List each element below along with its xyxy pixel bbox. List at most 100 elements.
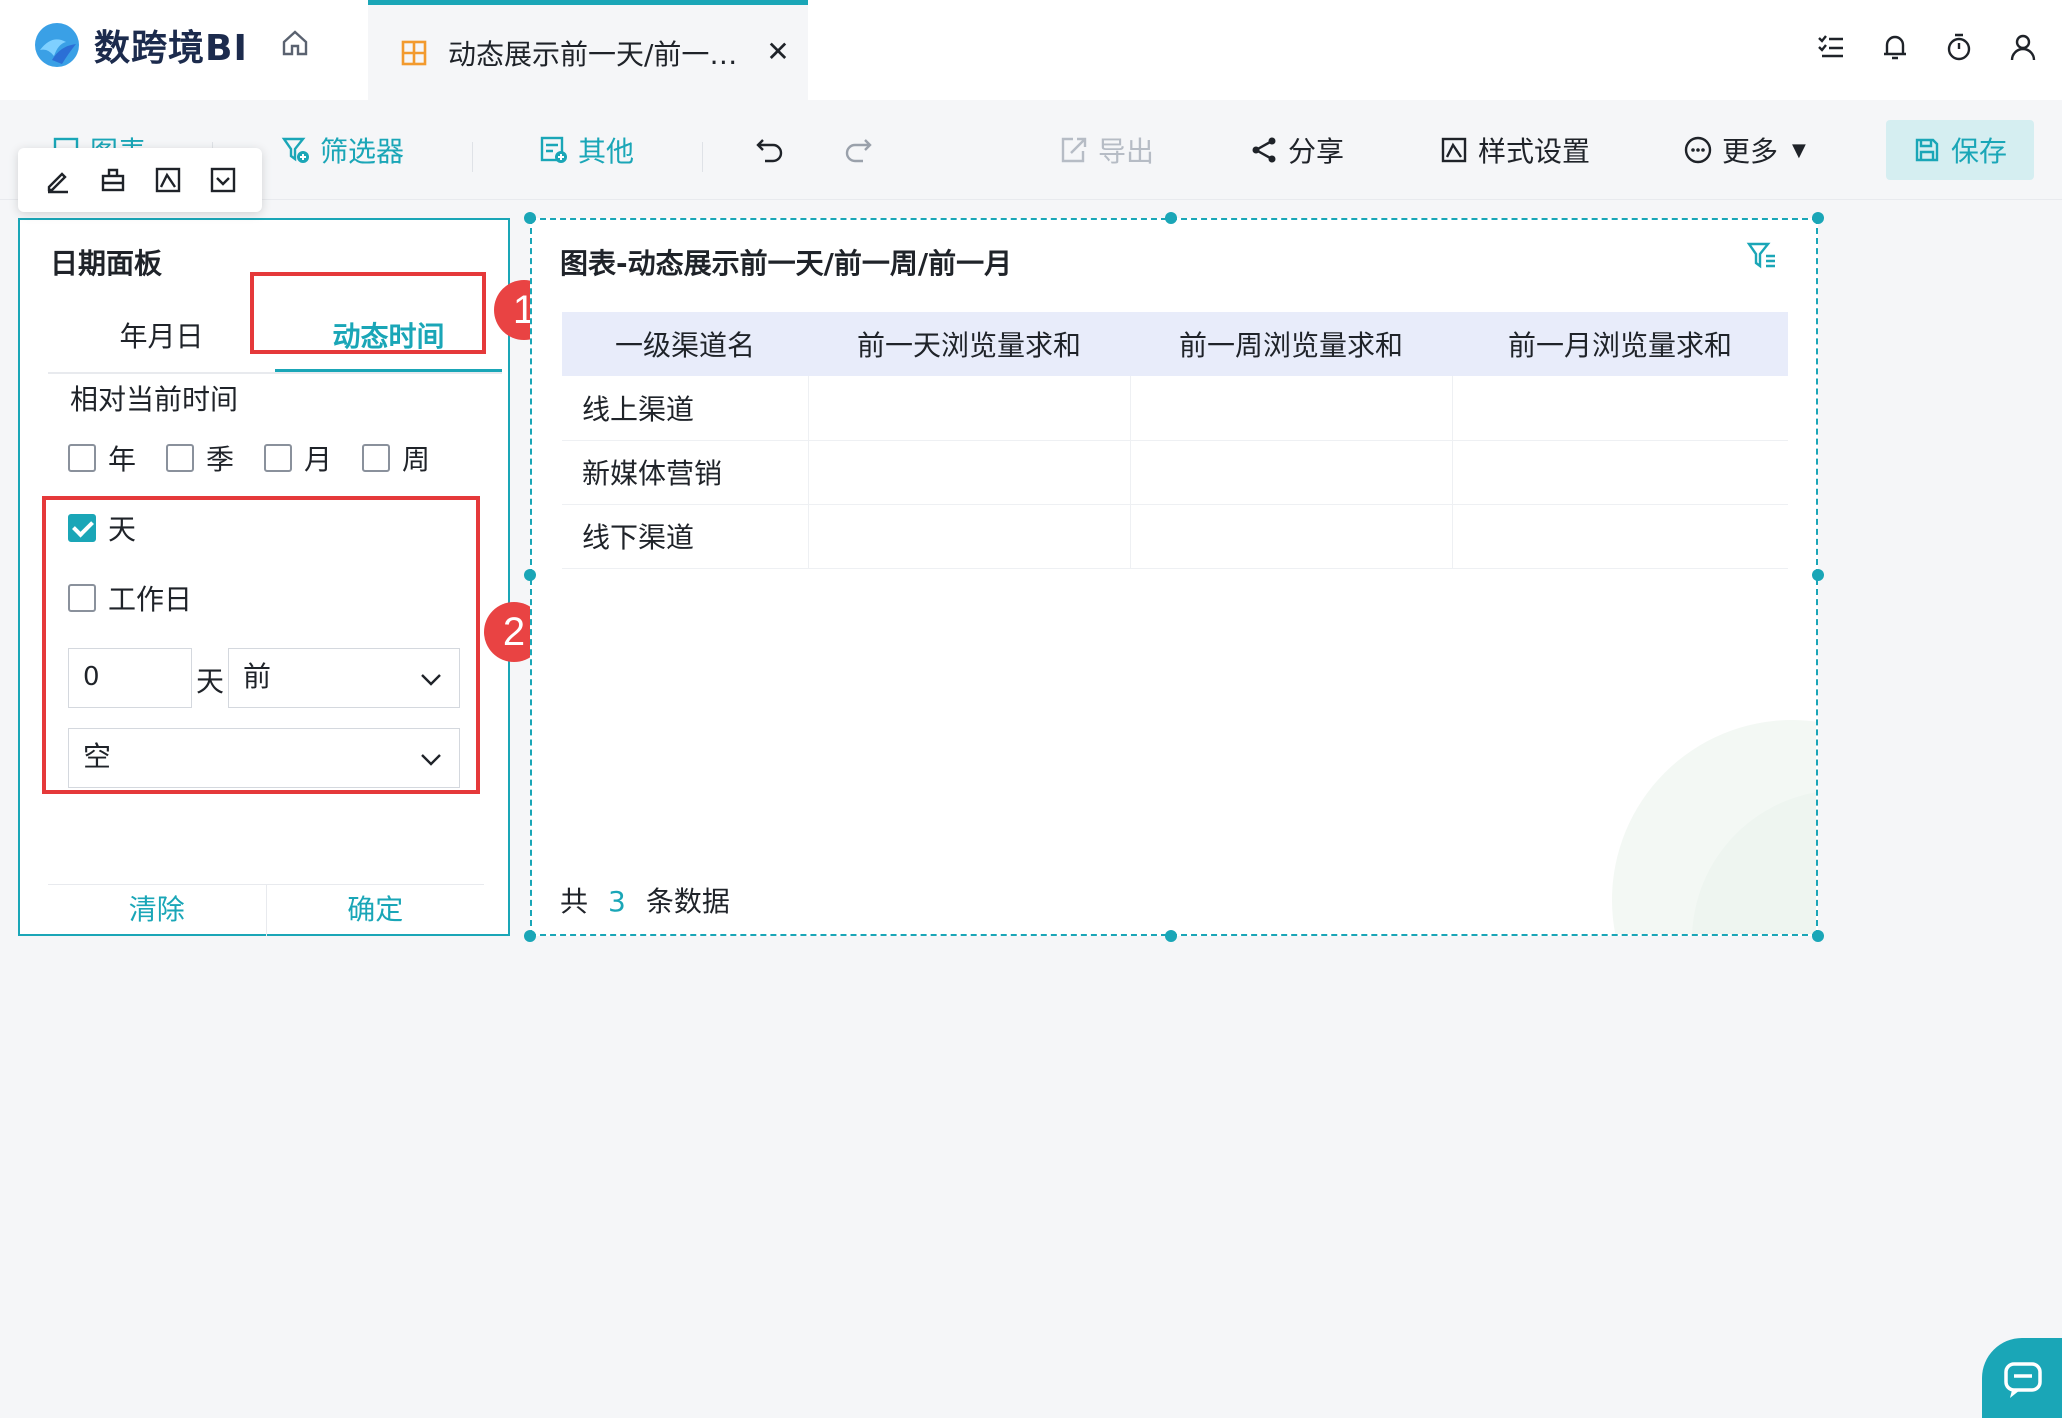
checkbox-month[interactable]: 月 (264, 438, 332, 478)
checkbox-box[interactable] (264, 444, 293, 472)
checkbox-quarter[interactable]: 季 (166, 438, 234, 478)
style-brush-icon[interactable] (150, 162, 186, 198)
resize-handle[interactable] (1812, 212, 1824, 224)
task-list-icon[interactable] (1814, 30, 1848, 64)
resize-handle[interactable] (1812, 930, 1824, 942)
table-cell (1130, 440, 1453, 505)
style-label: 样式设置 (1478, 135, 1591, 168)
table-cell (1452, 504, 1788, 569)
redo-icon (842, 134, 874, 166)
checkbox-label: 月 (304, 443, 333, 476)
table-row: 线上渠道 (562, 376, 1788, 441)
checkbox-box[interactable] (166, 444, 195, 472)
filter-icon[interactable] (1746, 240, 1778, 272)
annotation-box-2 (42, 496, 480, 794)
share-label: 分享 (1288, 135, 1345, 168)
column-header[interactable]: 前一周浏览量求和 (1130, 312, 1452, 376)
redo-button[interactable] (842, 128, 882, 172)
table-cell: 新媒体营销 (562, 440, 809, 505)
checkbox-label: 季 (206, 443, 235, 476)
chart-widget[interactable]: 图表-动态展示前一天/前一周/前一月 一级渠道名 前一天浏览量求和 前一周浏览量… (530, 218, 1818, 936)
style-settings-button[interactable]: 样式设置 (1438, 128, 1590, 172)
export-icon (1058, 134, 1090, 166)
home-icon[interactable] (276, 24, 314, 62)
dashboard-icon (400, 39, 428, 67)
data-table: 一级渠道名 前一天浏览量求和 前一周浏览量求和 前一月浏览量求和 线上渠道 新媒… (562, 312, 1788, 569)
other-label: 其他 (578, 135, 635, 168)
other-button[interactable]: 其他 (538, 128, 634, 172)
row-count-prefix: 共 (560, 885, 589, 918)
more-label: 更多 (1722, 135, 1779, 168)
resize-handle[interactable] (1165, 212, 1177, 224)
filter-button[interactable]: 筛选器 (280, 128, 404, 172)
clear-button[interactable]: 清除 (48, 885, 266, 936)
table-cell: 线下渠道 (562, 504, 809, 569)
checkbox-week[interactable]: 周 (362, 438, 430, 478)
filter-label: 筛选器 (320, 135, 405, 168)
resize-handle[interactable] (1812, 569, 1824, 581)
resize-handle[interactable] (524, 930, 536, 942)
undo-icon (754, 134, 786, 166)
column-header[interactable]: 前一天浏览量求和 (808, 312, 1130, 376)
user-icon[interactable] (2006, 30, 2040, 64)
app-logo[interactable]: 数跨境BI (32, 18, 248, 72)
top-bar: 数跨境BI 动态展示前一天/前一… ✕ (0, 0, 2062, 100)
period-checkboxes: 年 季 月 周 (68, 438, 448, 478)
more-button[interactable]: 更多 ▼ (1682, 128, 1806, 172)
tab-title: 动态展示前一天/前一… (448, 37, 738, 71)
share-button[interactable]: 分享 (1248, 128, 1344, 172)
table-cell (1130, 376, 1453, 441)
component-icon[interactable] (95, 162, 131, 198)
collapse-icon[interactable] (205, 162, 241, 198)
relative-time-label: 相对当前时间 (70, 383, 239, 416)
chart-title: 图表-动态展示前一天/前一周/前一月 (560, 247, 1013, 280)
more-icon (1682, 134, 1714, 166)
timer-icon[interactable] (1942, 30, 1976, 64)
save-icon (1913, 136, 1941, 164)
support-chat-button[interactable] (1982, 1338, 2062, 1418)
checkbox-label: 年 (108, 443, 137, 476)
row-count-suffix: 条数据 (645, 885, 730, 918)
checkbox-box[interactable] (362, 444, 391, 472)
table-cell (1130, 504, 1453, 569)
checkbox-box[interactable] (68, 444, 96, 472)
save-button[interactable]: 保存 (1886, 120, 2034, 180)
style-icon (1438, 134, 1470, 166)
table-row: 新媒体营销 (562, 440, 1788, 505)
checkbox-year[interactable]: 年 (68, 438, 136, 478)
column-header[interactable]: 一级渠道名 (562, 312, 808, 376)
app-name: 数跨境BI (94, 28, 248, 69)
column-header[interactable]: 前一月浏览量求和 (1452, 312, 1788, 376)
table-cell (1452, 376, 1788, 441)
undo-button[interactable] (754, 128, 794, 172)
table-header-row: 一级渠道名 前一天浏览量求和 前一周浏览量求和 前一月浏览量求和 (562, 312, 1788, 376)
close-icon[interactable]: ✕ (760, 33, 796, 69)
export-button[interactable]: 导出 (1058, 128, 1154, 172)
bell-icon[interactable] (1878, 30, 1912, 64)
tab-year-month-day[interactable]: 年月日 (48, 304, 275, 372)
date-panel-title: 日期面板 (50, 247, 163, 280)
date-panel-footer: 清除 确定 (48, 884, 484, 936)
logo-icon (32, 20, 82, 70)
caret-down-icon: ▼ (1792, 139, 1806, 161)
export-label: 导出 (1098, 135, 1155, 168)
tab-dashboard[interactable]: 动态展示前一天/前一… ✕ (368, 0, 808, 100)
resize-handle[interactable] (524, 569, 536, 581)
row-count: 共 3 条数据 (560, 880, 730, 920)
row-count-number: 3 (608, 885, 626, 918)
resize-handle[interactable] (1165, 930, 1177, 942)
resize-handle[interactable] (524, 212, 536, 224)
table-cell: 线上渠道 (562, 376, 809, 441)
widget-mini-toolbar (18, 148, 262, 212)
toolbar: 图表 筛选器 其他 导出 分享 (0, 100, 2062, 200)
share-icon (1248, 134, 1280, 166)
confirm-button[interactable]: 确定 (265, 885, 485, 936)
table-cell (808, 376, 1131, 441)
edit-icon[interactable] (40, 162, 76, 198)
other-add-icon (538, 134, 570, 166)
checkbox-label: 周 (402, 443, 431, 476)
table-row: 线下渠道 (562, 504, 1788, 569)
table-cell (808, 504, 1131, 569)
table-cell (808, 440, 1131, 505)
filter-add-icon (280, 134, 312, 166)
